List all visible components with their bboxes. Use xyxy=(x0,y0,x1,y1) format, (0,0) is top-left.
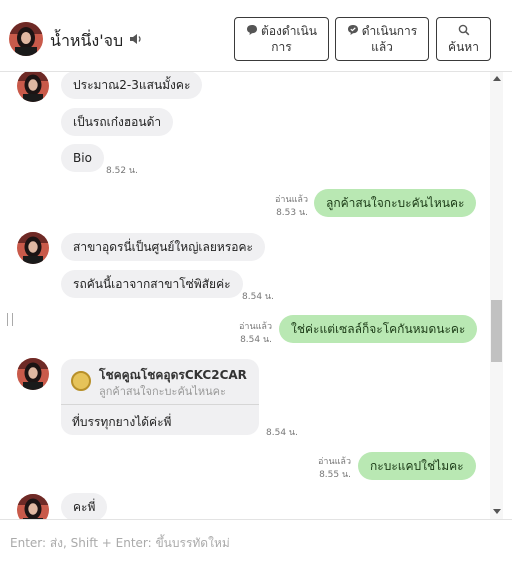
pending-button[interactable]: ต้องดำเนิน การ xyxy=(234,17,329,61)
quoted-message[interactable]: โชคคูณโชคอุดรCKC2CAR ลูกค้าสนใจกะบะคันไห… xyxy=(61,359,259,405)
scroll-down-icon[interactable] xyxy=(493,509,501,514)
message-list[interactable]: ประมาณ2-3แสนมั้งคะ เป็นรถเก๋งฮอนด้า Bio … xyxy=(0,72,490,519)
message-time: 8.55 น. xyxy=(319,470,351,480)
contact-avatar[interactable] xyxy=(9,22,43,56)
message-meta: อ่านแล้ว 8.55 น. xyxy=(303,456,351,482)
sender-avatar xyxy=(17,232,49,264)
chat-header: น้ำหนึ่ง'จบ ต้องดำเนิน การ ดำเนินการ แล้… xyxy=(0,0,512,72)
message-composer xyxy=(0,519,512,565)
message-time: 8.52 น. xyxy=(106,166,138,176)
chat-check-icon xyxy=(347,25,358,35)
message-meta: อ่านแล้ว 8.53 น. xyxy=(258,194,308,220)
done-label-line2: แล้ว xyxy=(371,40,393,54)
message-bubble-incoming[interactable]: สาขาอุดรนี่เป็นศูนย์ใหญ่เลยหรอคะ xyxy=(61,233,265,261)
message-bubble-outgoing[interactable]: ลูกค้าสนใจกะบะคันไหนคะ xyxy=(314,189,477,217)
shop-logo xyxy=(71,371,91,391)
panel-resize-handle[interactable] xyxy=(7,313,13,326)
search-button[interactable]: ค้นหา xyxy=(436,17,491,61)
message-bubble-incoming[interactable]: Bio xyxy=(61,144,104,172)
search-icon xyxy=(458,24,469,36)
scrollbar-thumb[interactable] xyxy=(491,300,502,362)
pending-label-line2: การ xyxy=(271,40,292,54)
pending-label-line1: ต้องดำเนิน xyxy=(261,24,317,38)
message-bubble-incoming[interactable]: ประมาณ2-3แสนมั้งคะ xyxy=(61,72,203,99)
contact-name: น้ำหนึ่ง'จบ xyxy=(50,31,124,50)
done-button[interactable]: ดำเนินการ แล้ว xyxy=(335,17,429,61)
message-time: 8.54 น. xyxy=(266,428,298,438)
message-bubble-incoming[interactable]: รถคันนี้เอาจากสาขาโซ่พิสัยค่ะ xyxy=(61,270,243,298)
chat-bubble-icon xyxy=(247,25,258,35)
message-bubble-incoming[interactable]: คะพี่ xyxy=(61,493,108,519)
chat-scrollbar[interactable] xyxy=(490,72,503,519)
quoted-text: ลูกค้าสนใจกะบะคันไหนคะ xyxy=(99,385,226,398)
sender-avatar xyxy=(17,72,49,102)
message-bubble-outgoing[interactable]: กะบะแคปใช่ไมคะ xyxy=(358,452,476,480)
message-input[interactable] xyxy=(0,520,512,565)
sender-avatar xyxy=(17,358,49,390)
message-meta: อ่านแล้ว 8.54 น. xyxy=(224,321,272,347)
message-bubble-incoming[interactable]: เป็นรถเก๋งฮอนด้า xyxy=(61,108,174,136)
message-time: 8.53 น. xyxy=(276,208,308,218)
read-status: อ่านแล้ว xyxy=(318,457,351,467)
sender-avatar xyxy=(17,494,49,519)
done-label-line1: ดำเนินการ xyxy=(361,24,418,38)
reply-message-card[interactable]: โชคคูณโชคอุดรCKC2CAR ลูกค้าสนใจกะบะคันไห… xyxy=(61,359,259,435)
read-status: อ่านแล้ว xyxy=(275,195,308,205)
reply-text: ที่บรรทุกยางได้ค่ะพี่ xyxy=(72,415,172,429)
message-time: 8.54 น. xyxy=(242,292,274,302)
scroll-up-icon[interactable] xyxy=(493,76,501,81)
read-status: อ่านแล้ว xyxy=(239,322,272,332)
search-label: ค้นหา xyxy=(448,40,479,54)
speaker-icon[interactable] xyxy=(129,32,143,46)
message-time: 8.54 น. xyxy=(240,335,272,345)
message-bubble-outgoing[interactable]: ใช่ค่ะแต่เซลล์ก็จะโคกันหมดนะคะ xyxy=(279,315,478,343)
